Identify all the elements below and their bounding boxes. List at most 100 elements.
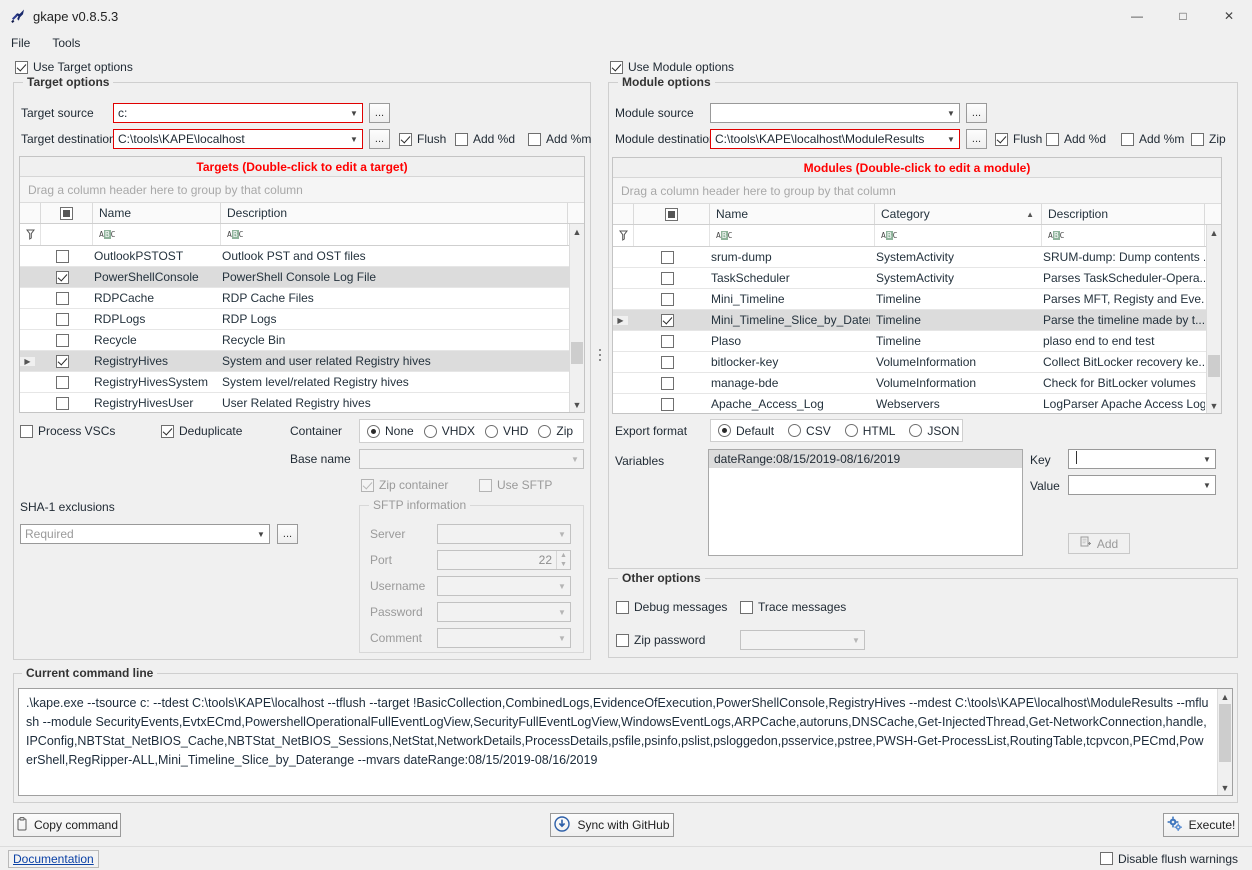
disable-flush-warnings-checkbox[interactable]: Disable flush warnings (1100, 852, 1238, 866)
sftp-password-input[interactable]: ▼ (437, 602, 571, 622)
zip-password-input[interactable]: ▼ (740, 630, 865, 650)
module-destination-input[interactable]: C:\tools\KAPE\localhost\ModuleResults ▼ (710, 129, 960, 149)
modules-grid[interactable]: Modules (Double-click to edit a module) … (612, 157, 1222, 414)
container-option-vhd[interactable]: VHD (485, 424, 528, 438)
execute-button[interactable]: Execute! (1163, 813, 1239, 837)
table-row[interactable]: bitlocker-keyVolumeInformationCollect Bi… (613, 352, 1221, 373)
row-checkbox[interactable] (629, 394, 705, 414)
use-module-options-checkbox[interactable]: Use Module options (610, 60, 734, 74)
name-filter-icon[interactable]: ABC (716, 231, 732, 240)
scroll-up-icon[interactable]: ▲ (1207, 225, 1221, 240)
target-add-m-checkbox[interactable]: Add %m (528, 132, 591, 146)
module-zip-checkbox[interactable]: Zip (1191, 132, 1226, 146)
sftp-port-spinner[interactable]: 22 ▲▼ (437, 550, 571, 570)
modules-column-name[interactable]: Name (710, 204, 875, 224)
scroll-down-icon[interactable]: ▼ (1207, 398, 1221, 413)
targets-grid[interactable]: Targets (Double-click to edit a target) … (19, 156, 585, 413)
table-row[interactable]: RegistryHivesUserUser Related Registry h… (20, 393, 584, 413)
spinner-up-icon[interactable]: ▲ (557, 551, 570, 560)
target-add-d-checkbox[interactable]: Add %d (455, 132, 515, 146)
scrollbar-thumb[interactable] (1219, 704, 1231, 762)
key-input[interactable]: ▼ (1068, 449, 1216, 469)
table-row[interactable]: PlasoTimelineplaso end to end test (613, 331, 1221, 352)
chevron-down-icon[interactable]: ▼ (554, 525, 570, 543)
sftp-username-input[interactable]: ▼ (437, 576, 571, 596)
chevron-down-icon[interactable]: ▼ (554, 629, 570, 647)
scroll-up-icon[interactable]: ▲ (570, 224, 584, 239)
modules-filter-row[interactable]: ABC ABC ABC (613, 225, 1221, 247)
scrollbar-thumb[interactable] (571, 342, 583, 364)
spinner-buttons[interactable]: ▲▼ (556, 551, 570, 569)
row-checkbox[interactable] (36, 372, 88, 392)
module-add-d-checkbox[interactable]: Add %d (1046, 132, 1106, 146)
spinner-down-icon[interactable]: ▼ (557, 560, 570, 569)
menu-item-file[interactable]: File (9, 35, 32, 51)
modules-column-description[interactable]: Description (1042, 204, 1205, 224)
target-destination-browse-button[interactable]: ... (369, 129, 390, 149)
base-name-input[interactable]: ▼ (359, 449, 584, 469)
scroll-down-icon[interactable]: ▼ (1218, 780, 1232, 795)
close-button[interactable]: ✕ (1206, 0, 1252, 32)
row-checkbox[interactable] (36, 267, 88, 287)
table-row[interactable]: ▶RegistryHivesSystem and user related Re… (20, 351, 584, 372)
export-option-html[interactable]: HTML (845, 424, 896, 438)
command-line-textarea[interactable]: .\kape.exe --tsource c: --tdest C:\tools… (18, 688, 1233, 796)
use-sftp-checkbox[interactable]: Use SFTP (479, 478, 552, 492)
modules-row-container[interactable]: srum-dumpSystemActivitySRUM-dump: Dump c… (613, 247, 1221, 414)
row-checkbox[interactable] (629, 268, 705, 288)
container-option-vhdx[interactable]: VHDX (424, 424, 475, 438)
table-row[interactable]: Apache_Access_LogWebserversLogParser Apa… (613, 394, 1221, 414)
module-source-browse-button[interactable]: ... (966, 103, 987, 123)
panel-splitter[interactable] (595, 340, 604, 370)
container-option-zip[interactable]: Zip (538, 424, 573, 438)
container-radio-group[interactable]: None VHDX VHD Zip (359, 419, 584, 443)
module-source-input[interactable]: ▼ (710, 103, 960, 123)
variables-list-item[interactable]: dateRange:08/15/2019-08/16/2019 (709, 450, 1022, 468)
chevron-down-icon[interactable]: ▼ (554, 577, 570, 595)
table-row[interactable]: RegistryHivesSystemSystem level/related … (20, 372, 584, 393)
add-variable-button[interactable]: Add (1068, 533, 1130, 554)
module-add-m-checkbox[interactable]: Add %m (1121, 132, 1184, 146)
targets-column-description[interactable]: Description (221, 203, 568, 223)
sha1-browse-button[interactable]: ... (277, 524, 298, 544)
sftp-comment-input[interactable]: ▼ (437, 628, 571, 648)
targets-filter-row[interactable]: ABC ABC (20, 224, 584, 246)
row-checkbox[interactable] (36, 393, 88, 413)
select-all-checkbox[interactable] (60, 207, 73, 220)
sync-with-github-button[interactable]: Sync with GitHub (550, 813, 674, 837)
value-input[interactable]: ▼ (1068, 475, 1216, 495)
row-checkbox[interactable] (629, 289, 705, 309)
command-vertical-scrollbar[interactable]: ▲ ▼ (1217, 689, 1232, 795)
copy-command-button[interactable]: Copy command (13, 813, 121, 837)
description-filter-icon[interactable]: ABC (227, 230, 243, 239)
zip-container-checkbox[interactable]: Zip container (361, 478, 448, 492)
chevron-down-icon[interactable]: ▼ (253, 525, 269, 543)
export-option-json[interactable]: JSON (909, 424, 959, 438)
target-source-browse-button[interactable]: ... (369, 103, 390, 123)
trace-messages-checkbox[interactable]: Trace messages (740, 600, 846, 614)
deduplicate-checkbox[interactable]: Deduplicate (161, 424, 242, 438)
target-destination-input[interactable]: C:\tools\KAPE\localhost ▼ (113, 129, 363, 149)
container-option-none[interactable]: None (367, 424, 414, 438)
row-checkbox[interactable] (629, 247, 705, 267)
chevron-down-icon[interactable]: ▼ (1199, 450, 1215, 468)
sftp-server-input[interactable]: ▼ (437, 524, 571, 544)
table-row[interactable]: PowerShellConsolePowerShell Console Log … (20, 267, 584, 288)
description-filter-icon[interactable]: ABC (1048, 231, 1064, 240)
export-option-default[interactable]: Default (718, 424, 774, 438)
debug-messages-checkbox[interactable]: Debug messages (616, 600, 727, 614)
table-row[interactable]: TaskSchedulerSystemActivityParses TaskSc… (613, 268, 1221, 289)
category-filter-icon[interactable]: ABC (881, 231, 897, 240)
chevron-down-icon[interactable]: ▼ (943, 104, 959, 122)
row-checkbox[interactable] (629, 373, 705, 393)
modules-vertical-scrollbar[interactable]: ▲ ▼ (1206, 225, 1221, 413)
modules-column-category[interactable]: Category ▲ (875, 204, 1042, 224)
sha1-exclusions-input[interactable]: Required ▼ (20, 524, 270, 544)
table-row[interactable]: RDPLogsRDP Logs (20, 309, 584, 330)
scroll-up-icon[interactable]: ▲ (1218, 689, 1232, 704)
module-destination-browse-button[interactable]: ... (966, 129, 987, 149)
table-row[interactable]: RDPCacheRDP Cache Files (20, 288, 584, 309)
variables-listbox[interactable]: dateRange:08/15/2019-08/16/2019 (708, 449, 1023, 556)
chevron-down-icon[interactable]: ▼ (346, 130, 362, 148)
row-checkbox[interactable] (629, 352, 705, 372)
